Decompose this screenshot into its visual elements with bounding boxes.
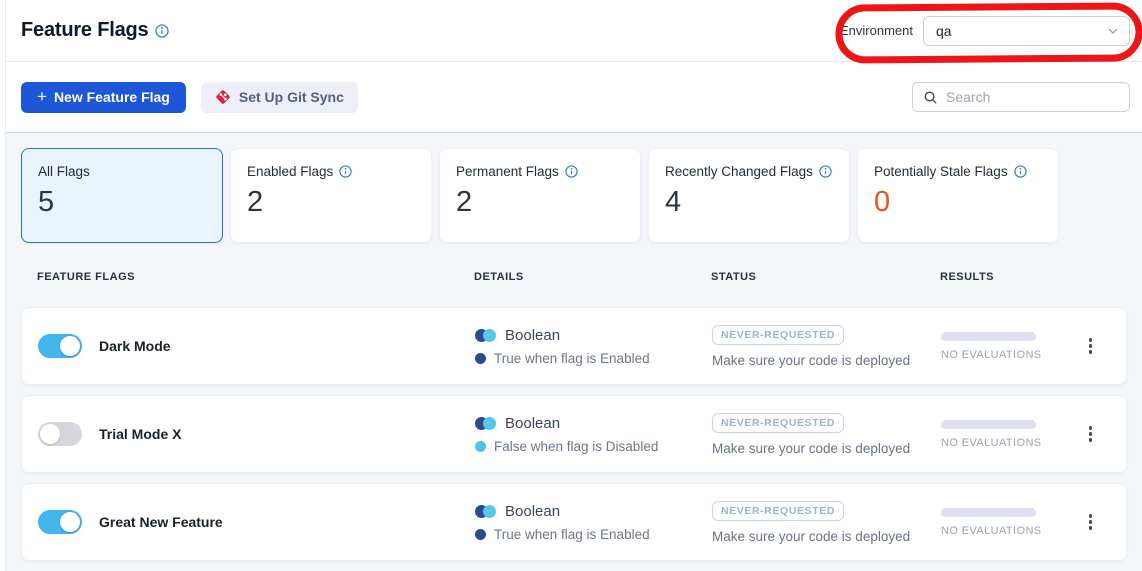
boolean-type-icon	[475, 417, 496, 430]
stat-value: 4	[665, 186, 833, 219]
results-placeholder-bar	[941, 508, 1036, 517]
search-icon	[923, 90, 938, 105]
new-feature-flag-label: New Feature Flag	[54, 89, 170, 105]
flag-toggle[interactable]	[38, 510, 82, 534]
stat-card-potentially-stale-flags[interactable]: Potentially Stale Flags 0	[857, 148, 1059, 243]
stat-label: Recently Changed Flags	[665, 164, 813, 179]
table-row: Great New Feature Boolean True when flag…	[21, 483, 1127, 561]
flag-rule-text: False when flag is Disabled	[494, 439, 658, 454]
git-sync-button[interactable]: Set Up Git Sync	[201, 82, 358, 113]
info-icon[interactable]	[819, 165, 832, 178]
rule-value-dot-icon	[475, 353, 486, 364]
stat-value: 2	[247, 186, 415, 219]
flag-rule-text: True when flag is Enabled	[494, 527, 650, 542]
page-title: Feature Flags	[21, 19, 148, 42]
column-header-results: RESULTS	[940, 271, 1072, 283]
status-note: Make sure your code is deployed	[712, 353, 941, 368]
content-area: All Flags 5 Enabled Flags 2 Permanent Fl…	[6, 133, 1142, 571]
page-header: Feature Flags Environment qa	[6, 0, 1142, 62]
environment-selected-value: qa	[936, 23, 952, 39]
stat-label: Potentially Stale Flags	[874, 164, 1008, 179]
info-icon[interactable]	[1014, 165, 1027, 178]
stat-value: 2	[456, 186, 624, 219]
flag-name: Great New Feature	[99, 514, 223, 530]
stat-card-enabled-flags[interactable]: Enabled Flags 2	[230, 148, 432, 243]
results-label: NO EVALUATIONS	[941, 525, 1073, 537]
flag-name: Trial Mode X	[99, 426, 181, 442]
flag-toggle[interactable]	[38, 334, 82, 358]
flag-type-label: Boolean	[505, 503, 560, 520]
stat-value: 0	[874, 186, 1042, 219]
chevron-down-icon	[1107, 25, 1119, 37]
results-placeholder-bar	[941, 420, 1036, 429]
search-box	[912, 82, 1130, 112]
title-info-icon[interactable]	[155, 24, 169, 38]
feature-flags-page: Feature Flags Environment qa + New Featu…	[5, 0, 1142, 571]
flag-type-label: Boolean	[505, 327, 560, 344]
flag-name: Dark Mode	[99, 338, 171, 354]
info-icon[interactable]	[565, 165, 578, 178]
stat-label: All Flags	[38, 164, 90, 179]
flag-type-label: Boolean	[505, 415, 560, 432]
info-icon[interactable]	[339, 165, 352, 178]
table-row: Trial Mode X Boolean False when flag is …	[21, 395, 1127, 473]
environment-label: Environment	[840, 23, 913, 38]
environment-select[interactable]: qa	[923, 16, 1130, 46]
rule-value-dot-icon	[475, 441, 486, 452]
git-sync-label: Set Up Git Sync	[239, 89, 344, 105]
status-badge: NEVER-REQUESTED	[712, 413, 844, 433]
git-diamond-icon	[215, 89, 231, 105]
table-row: Dark Mode Boolean True when flag is Enab…	[21, 307, 1127, 385]
stat-value: 5	[38, 186, 206, 219]
column-header-details: DETAILS	[474, 271, 711, 283]
status-badge: NEVER-REQUESTED	[712, 325, 844, 345]
stat-label: Permanent Flags	[456, 164, 559, 179]
new-feature-flag-button[interactable]: + New Feature Flag	[21, 82, 186, 113]
column-header-status: STATUS	[711, 271, 940, 283]
results-placeholder-bar	[941, 332, 1036, 341]
boolean-type-icon	[475, 505, 496, 518]
boolean-type-icon	[475, 329, 496, 342]
table-header: FEATURE FLAGS DETAILS STATUS RESULTS	[21, 271, 1127, 283]
stat-label: Enabled Flags	[247, 164, 333, 179]
toolbar: + New Feature Flag Set Up Git Sync	[6, 62, 1142, 133]
row-kebab-menu-icon[interactable]	[1085, 422, 1097, 446]
stat-card-permanent-flags[interactable]: Permanent Flags 2	[439, 148, 641, 243]
status-badge: NEVER-REQUESTED	[712, 501, 844, 521]
status-note: Make sure your code is deployed	[712, 529, 941, 544]
results-label: NO EVALUATIONS	[941, 349, 1073, 361]
status-note: Make sure your code is deployed	[712, 441, 941, 456]
row-kebab-menu-icon[interactable]	[1085, 510, 1097, 534]
row-kebab-menu-icon[interactable]	[1085, 334, 1097, 358]
plus-icon: +	[37, 87, 47, 107]
stats-row: All Flags 5 Enabled Flags 2 Permanent Fl…	[21, 148, 1127, 243]
stat-card-recently-changed-flags[interactable]: Recently Changed Flags 4	[648, 148, 850, 243]
column-header-feature-flags: FEATURE FLAGS	[37, 271, 474, 283]
stat-card-all-flags[interactable]: All Flags 5	[21, 148, 223, 243]
flag-toggle[interactable]	[38, 422, 82, 446]
rule-value-dot-icon	[475, 529, 486, 540]
results-label: NO EVALUATIONS	[941, 437, 1073, 449]
flag-rule-text: True when flag is Enabled	[494, 351, 650, 366]
search-input[interactable]	[946, 89, 1127, 105]
